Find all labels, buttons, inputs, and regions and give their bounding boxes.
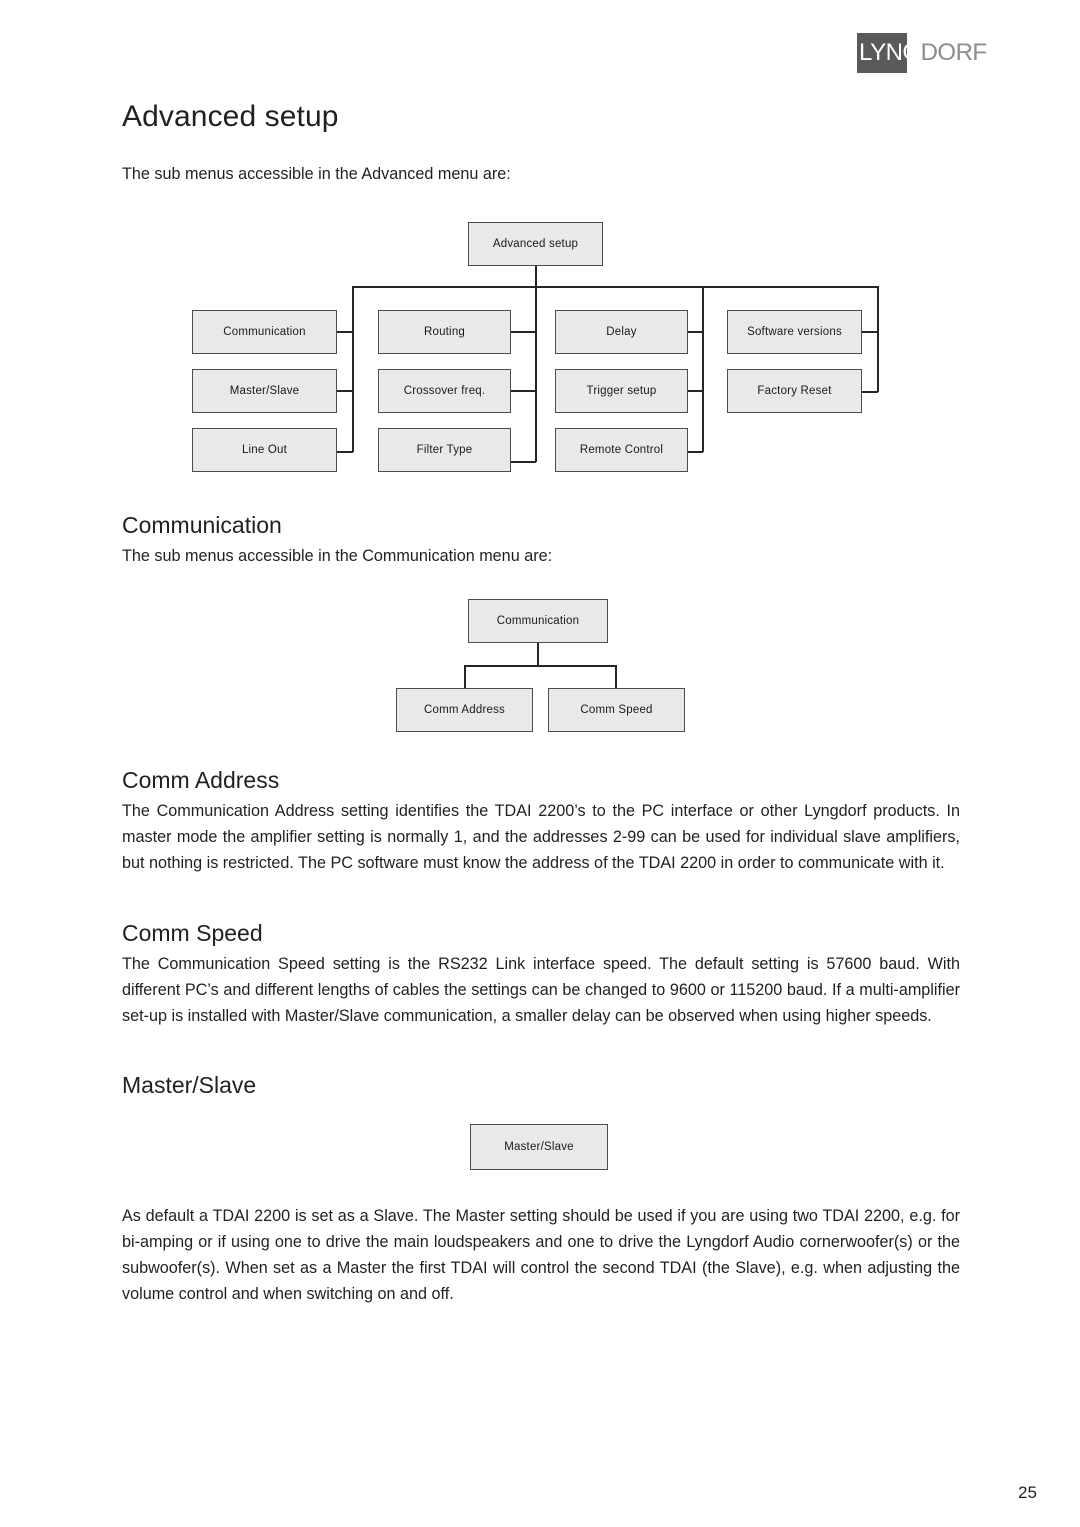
master-slave-body: As default a TDAI 2200 is set as a Slave… [122, 1207, 960, 1303]
master-slave-diagram: Master/Slave [0, 0, 1080, 1200]
page-number: 25 [1018, 1483, 1037, 1502]
diagram-node-master-slave-root[interactable]: Master/Slave [470, 1124, 608, 1170]
